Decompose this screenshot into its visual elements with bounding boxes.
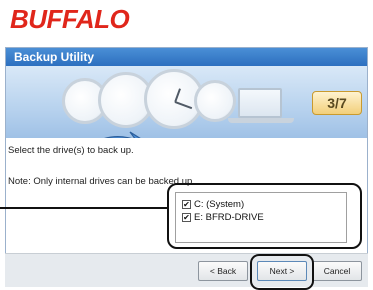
backup-utility-window: Backup Utility 3/7 — [5, 47, 368, 287]
step-current: 3 — [327, 95, 336, 111]
laptop-icon — [238, 88, 282, 118]
buffalo-logo: BUFFALO — [10, 4, 130, 34]
backup-arrow-icon — [104, 131, 141, 138]
laptop-base — [228, 118, 294, 123]
clock-icon — [194, 80, 236, 122]
cancel-button[interactable]: Cancel — [312, 261, 362, 281]
window-title: Backup Utility — [6, 48, 367, 66]
drive-list-highlight — [167, 183, 362, 249]
wizard-banner: 3/7 — [6, 66, 367, 138]
note-text: Note: Only internal drives can be backed… — [8, 176, 195, 187]
step-total: 7 — [338, 95, 347, 111]
instruction-text: Select the drive(s) to back up. — [8, 145, 134, 156]
next-button-highlight — [250, 254, 314, 290]
callout-pointer-line — [0, 207, 167, 209]
back-button[interactable]: < Back — [198, 261, 248, 281]
step-indicator: 3/7 — [312, 91, 362, 115]
